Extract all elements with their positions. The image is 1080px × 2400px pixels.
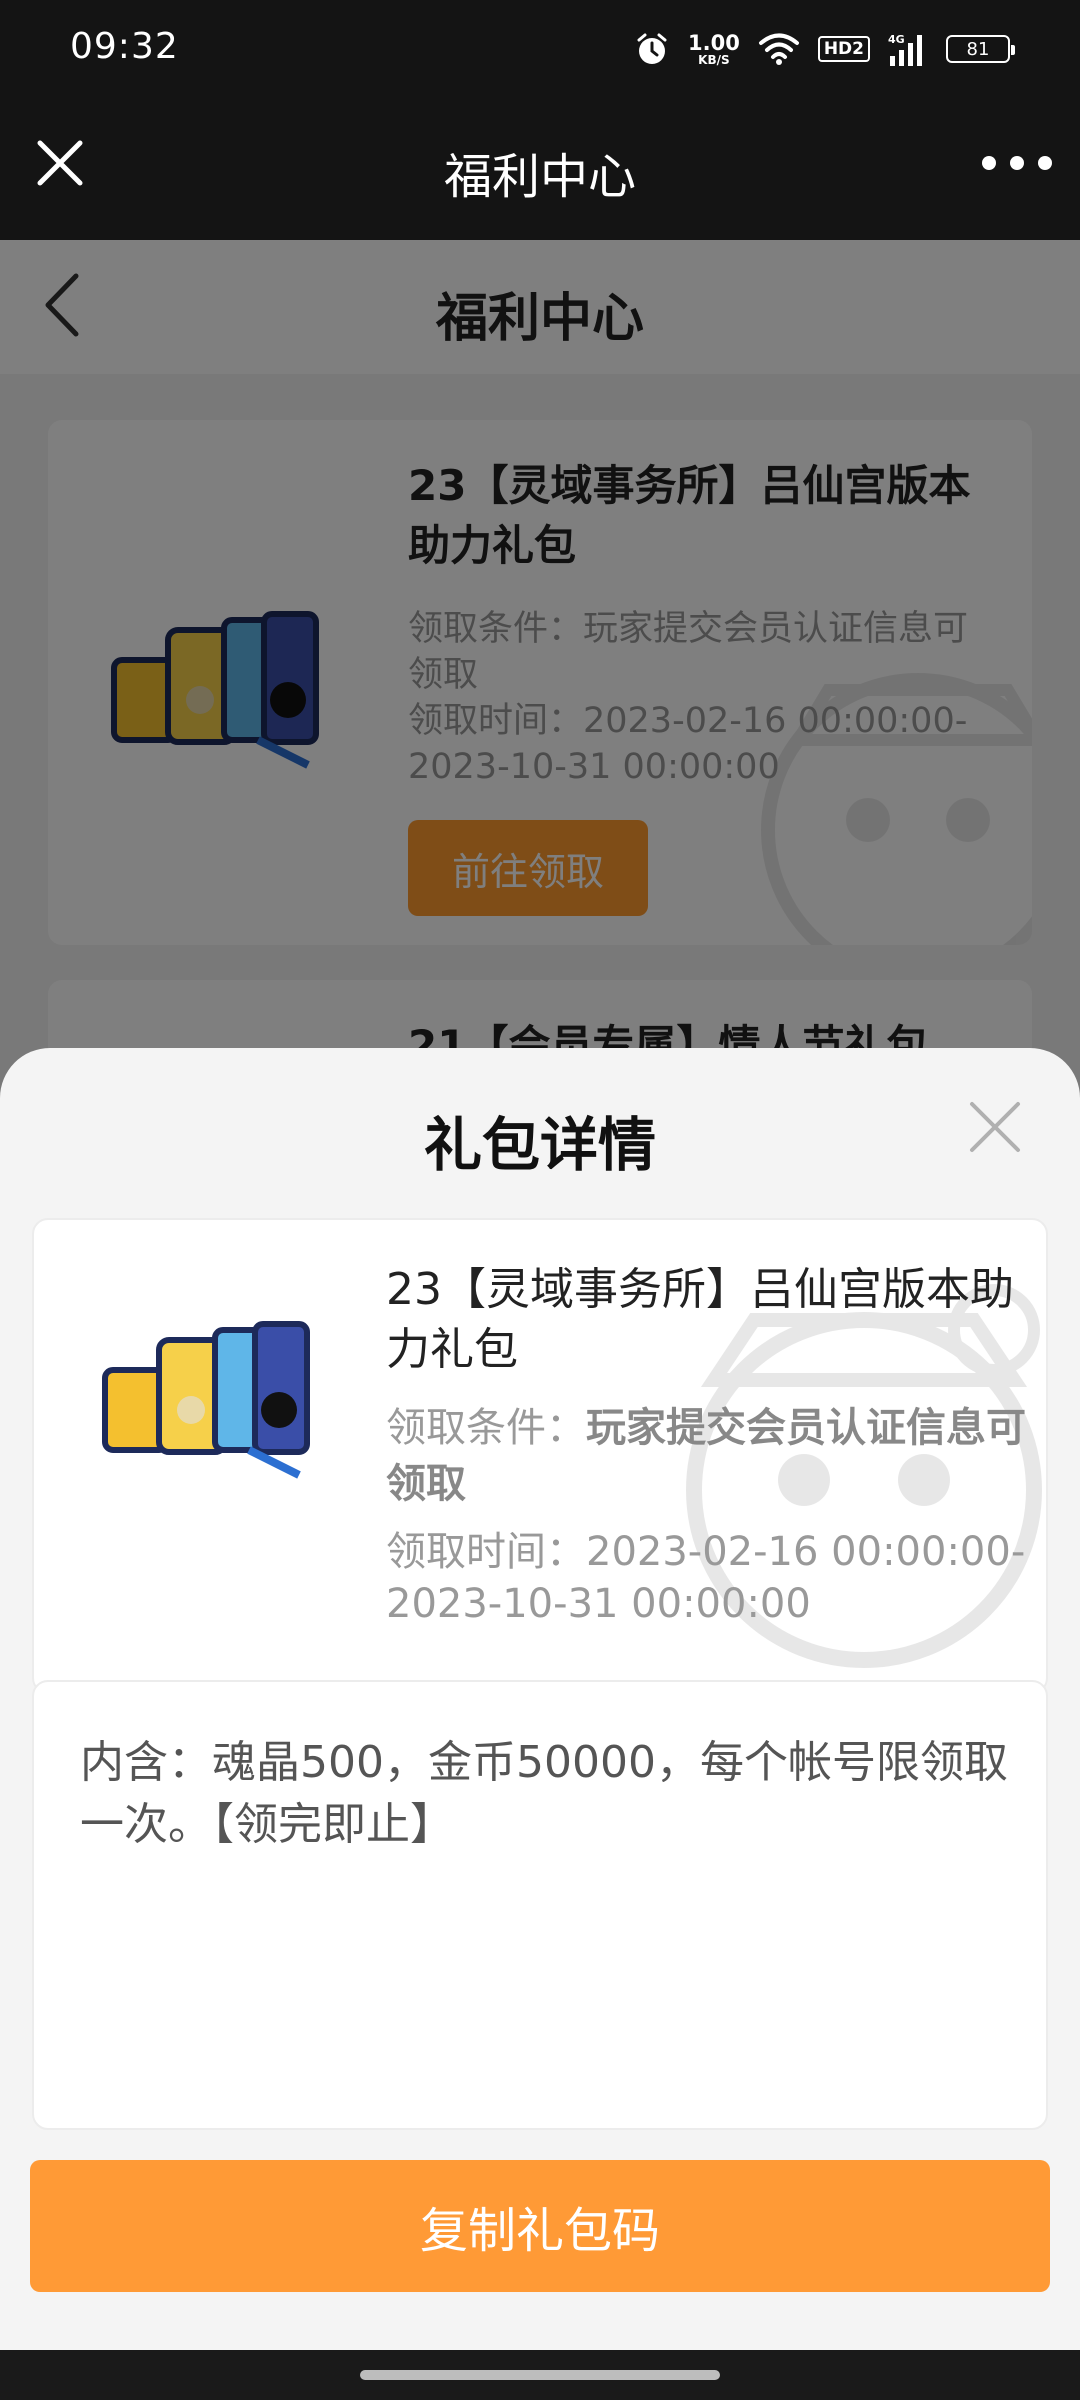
gift-detail-card: 23【灵域事务所】吕仙宫版本助力礼包 领取条件：玩家提交会员认证信息可领取 领取… — [32, 1218, 1048, 1694]
home-indicator[interactable] — [360, 2370, 720, 2380]
net-speed: 1.00 KB/S — [688, 30, 740, 67]
more-icon[interactable] — [982, 145, 1052, 181]
gift-detail-title: 23【灵域事务所】吕仙宫版本助力礼包 — [386, 1264, 1014, 1375]
signal-icon: 4G — [888, 33, 922, 66]
alarm-icon — [637, 33, 667, 64]
status-bar: 09:32 1.00 KB/S HD2 4G 81 — [0, 0, 1080, 95]
gift-pack-image — [102, 1321, 310, 1479]
close-icon[interactable] — [966, 1098, 1024, 1156]
status-icons: 1.00 KB/S HD2 4G 81 — [634, 28, 1015, 70]
battery-level: 81 — [966, 38, 990, 60]
gift-contents-text: 内含：魂晶500，金币50000，每个帐号限领取一次。【领完即止】 — [80, 1737, 1008, 1850]
system-nav-bar — [0, 2350, 1080, 2400]
gift-detail-sheet: 礼包详情 23【灵域事务所】吕仙宫版本助力礼包 领取条件：玩家提交会员认证信息可… — [0, 1048, 1080, 2350]
app-nav-bar: 福利中心 — [0, 95, 1080, 240]
battery-icon: 81 — [946, 35, 1015, 63]
nav-title: 福利中心 — [443, 149, 636, 205]
wifi-icon — [758, 33, 799, 65]
net-speed-value: 1.00 — [688, 30, 740, 55]
copy-gift-code-button[interactable]: 复制礼包码 — [30, 2160, 1050, 2292]
condition-label: 领取条件： — [386, 1405, 586, 1451]
gift-detail-condition: 领取条件：玩家提交会员认证信息可领取 — [386, 1400, 1026, 1512]
status-time: 09:32 — [70, 26, 179, 67]
gift-contents-card: 内含：魂晶500，金币50000，每个帐号限领取一次。【领完即止】 — [32, 1680, 1048, 2130]
network-label: 4G — [888, 33, 905, 46]
hd-badge: HD2 — [817, 36, 870, 62]
net-speed-unit: KB/S — [698, 52, 730, 67]
sheet-title: 礼包详情 — [423, 1111, 656, 1179]
gift-detail-time: 领取时间：2023-02-16 00:00:00-2023-10-31 00:0… — [386, 1529, 1026, 1627]
